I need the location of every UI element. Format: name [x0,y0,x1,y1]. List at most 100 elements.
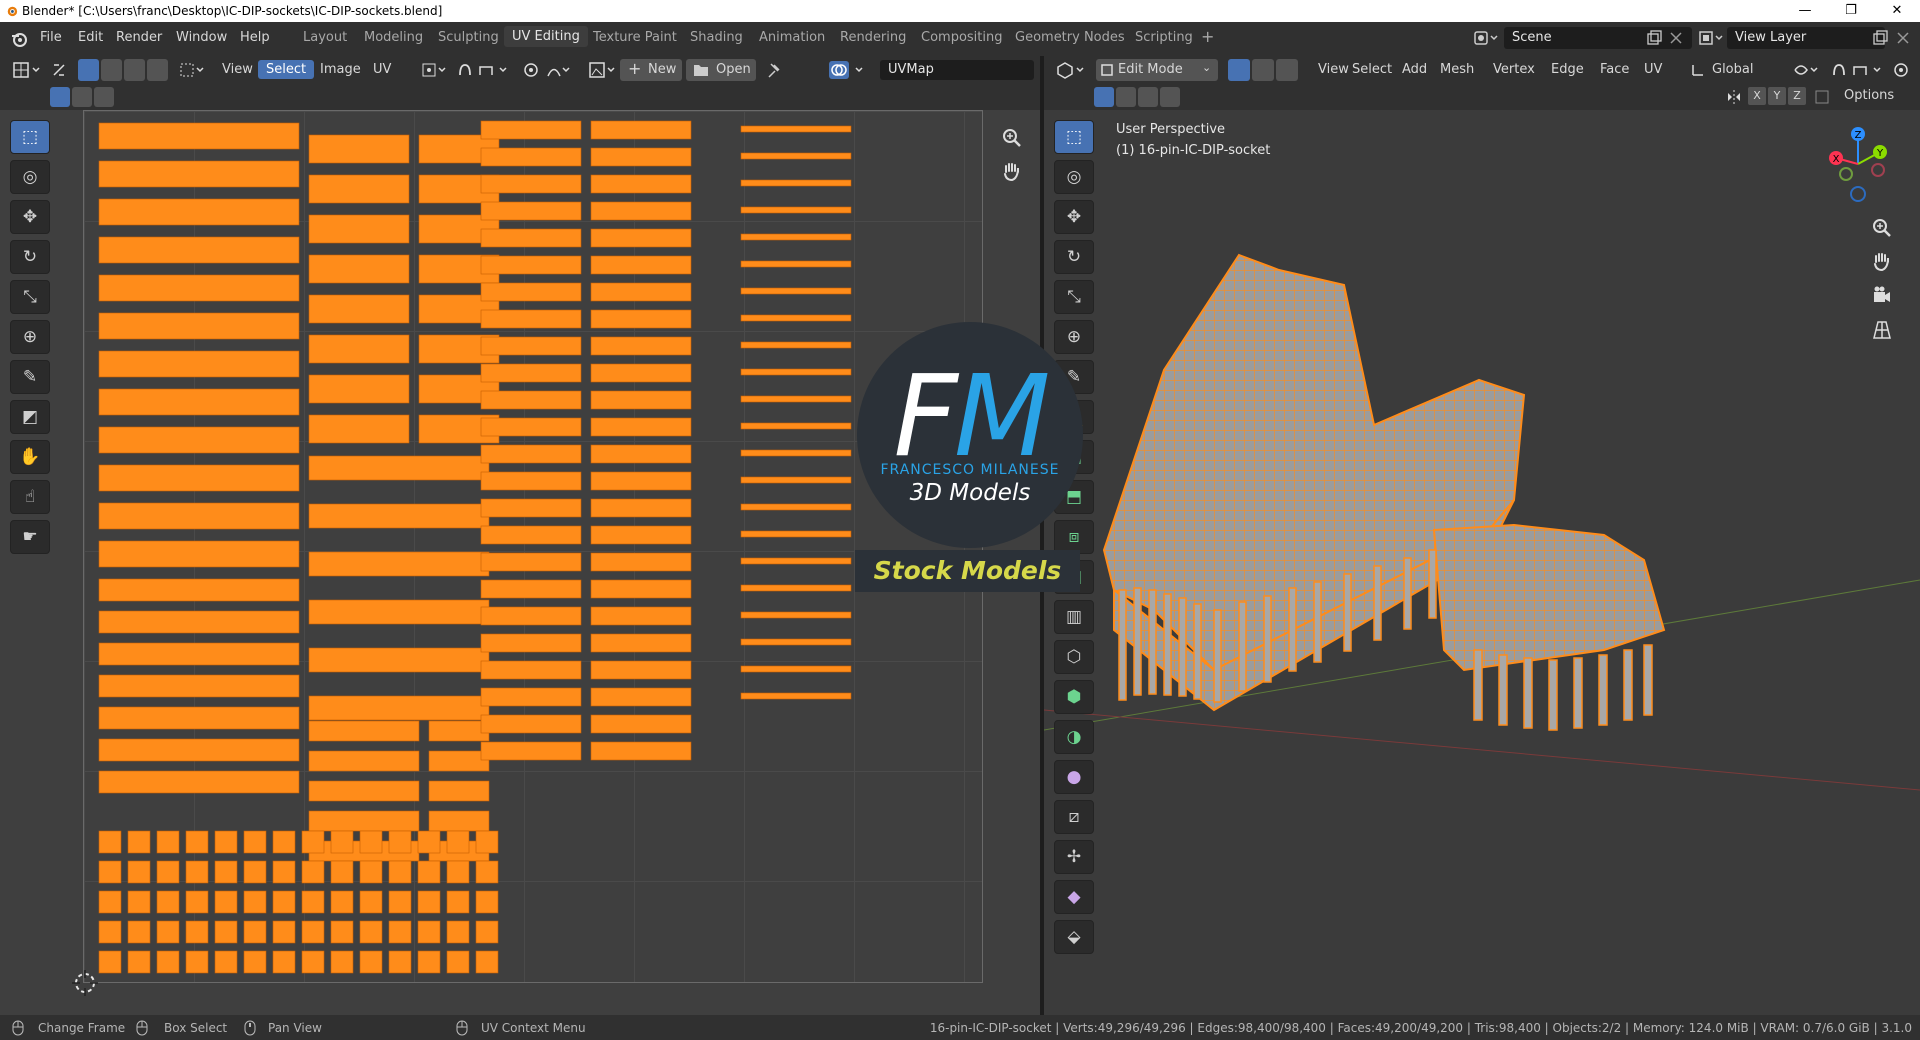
menu-file[interactable]: File [40,30,62,45]
select-subtract-icon[interactable] [94,87,114,107]
3d-viewport[interactable]: User Perspective (1) 16-pin-IC-DIP-socke… [1044,110,1920,1015]
minimize-button[interactable]: — [1782,0,1828,22]
view-layer-selector-icon[interactable] [1697,29,1725,47]
sticky-selection-icon[interactable] [178,61,208,79]
viewport-proportional-icon[interactable] [1892,61,1910,79]
2d-cursor-icon[interactable] [70,968,100,998]
falloff-icon[interactable] [546,61,572,79]
menu-render[interactable]: Render [116,30,162,45]
tab-rendering[interactable]: Rendering [840,30,906,45]
face-mode-icon[interactable] [1276,59,1298,81]
edge-select-icon[interactable] [101,59,122,81]
viewport-menu-uv[interactable]: UV [1644,62,1662,77]
zoom-icon[interactable] [1000,126,1024,150]
viewport-menu-mesh[interactable]: Mesh [1440,62,1474,77]
orientation-selector[interactable]: Global [1690,59,1786,81]
maximize-button[interactable]: ❐ [1828,0,1874,22]
tab-sculpting[interactable]: Sculpting [438,30,499,45]
camera-view-icon[interactable] [1870,284,1894,308]
menu-edit[interactable]: Edit [78,30,103,45]
tab-layout[interactable]: Layout [303,30,347,45]
relax-icon[interactable]: ☝ [10,480,50,514]
delete-scene-icon[interactable] [1668,30,1684,46]
viewport-menu-face[interactable]: Face [1600,62,1629,77]
select-extend-icon[interactable] [72,87,92,107]
navigation-gizmo-icon[interactable]: Z Y X [1818,124,1898,204]
mode-selector[interactable]: Edit Mode ⌄ [1096,59,1218,81]
select-box-icon[interactable]: ⬚ [10,120,50,154]
open-image-button[interactable]: Open [686,59,756,81]
mirror-y-toggle[interactable]: Y [1768,87,1786,105]
viewport-menu-edge[interactable]: Edge [1551,62,1584,77]
viewport-scale-icon[interactable]: ⤡ [1054,280,1094,314]
edge-mode-icon[interactable] [1252,59,1274,81]
tab-animation[interactable]: Animation [759,30,825,45]
move-icon[interactable]: ✥ [10,200,50,234]
viewport-cursor-icon[interactable]: ◎ [1054,160,1094,194]
viewport-menu-view[interactable]: View [1318,62,1349,77]
viewport-select-subtract-icon[interactable] [1138,87,1158,107]
proportional-editing-icon[interactable] [522,61,540,79]
annotate-icon[interactable]: ✎ [10,360,50,394]
overlays-icon[interactable] [828,60,868,80]
blender-menu-icon[interactable] [10,30,28,48]
spin-icon[interactable]: ◑ [1054,720,1094,754]
sync-selection-icon[interactable] [50,61,68,79]
viewport-select-box-icon[interactable]: ⬚ [1054,120,1094,154]
auto-merge-icon[interactable] [1814,89,1830,105]
viewport-hand-icon[interactable] [1870,250,1894,274]
new-scene-icon[interactable] [1646,30,1662,46]
viewport-select-new-icon[interactable] [1094,87,1114,107]
view-layer-field[interactable]: View Layer [1727,27,1885,49]
uv-menu-view[interactable]: View [222,62,253,77]
image-browse-icon[interactable] [588,61,618,79]
rip-icon[interactable]: ◩ [10,400,50,434]
viewport-snapping-icon[interactable] [1830,61,1886,79]
menu-help[interactable]: Help [240,30,270,45]
tab-shading[interactable]: Shading [690,30,743,45]
ortho-grid-icon[interactable] [1870,318,1894,342]
cursor-tool-icon[interactable]: ◎ [10,160,50,194]
vertex-select-icon[interactable] [78,59,99,81]
knife-icon[interactable]: ⬡ [1054,640,1094,674]
hand-pan-icon[interactable] [1000,160,1024,184]
select-new-icon[interactable] [50,87,70,107]
viewport-select-extend-icon[interactable] [1116,87,1136,107]
snapping-icon[interactable] [456,61,512,79]
viewport-menu-vertex[interactable]: Vertex [1493,62,1535,77]
rip-region-icon[interactable]: ⬙ [1054,920,1094,954]
viewport-move-icon[interactable]: ✥ [1054,200,1094,234]
grab-icon[interactable]: ✋ [10,440,50,474]
viewport-menu-select[interactable]: Select [1352,62,1392,77]
tab-scripting[interactable]: Scripting [1135,30,1193,45]
pin-icon[interactable] [765,61,783,79]
options-button[interactable]: Options [1844,88,1894,103]
delete-view-layer-icon[interactable] [1895,30,1911,46]
rotate-icon[interactable]: ↻ [10,240,50,274]
pivot-point-icon[interactable] [420,61,450,79]
poly-build-icon[interactable]: ⬢ [1054,680,1094,714]
viewport-zoom-icon[interactable] [1870,216,1894,240]
viewport-menu-add[interactable]: Add [1402,62,1427,77]
mirror-icon[interactable] [1726,89,1742,105]
pinch-icon[interactable]: ☛ [10,520,50,554]
scene-name-field[interactable]: Scene [1504,27,1692,49]
mirror-z-toggle[interactable]: Z [1788,87,1806,105]
tab-modeling[interactable]: Modeling [364,30,423,45]
scene-selector-icon[interactable] [1472,29,1500,47]
uv-menu-select[interactable]: Select [258,60,315,79]
edge-slide-icon[interactable]: ⧄ [1054,800,1094,834]
viewport-select-intersect-icon[interactable] [1160,87,1180,107]
viewport-transform-icon[interactable]: ⊕ [1054,320,1094,354]
uv-menu-uv[interactable]: UV [373,62,391,77]
viewport-rotate-icon[interactable]: ↻ [1054,240,1094,274]
editor-type-icon[interactable] [12,61,44,79]
island-select-icon[interactable] [147,59,168,81]
uv-menu-image[interactable]: Image [320,62,361,77]
tab-geometry-nodes[interactable]: Geometry Nodes [1015,30,1125,45]
inset-icon[interactable]: ⧈ [1054,520,1094,554]
tab-uv-editing[interactable]: UV Editing [504,26,588,47]
transform-icon[interactable]: ⊕ [10,320,50,354]
menu-window[interactable]: Window [176,30,227,45]
viewport-pivot-icon[interactable] [1792,61,1822,79]
